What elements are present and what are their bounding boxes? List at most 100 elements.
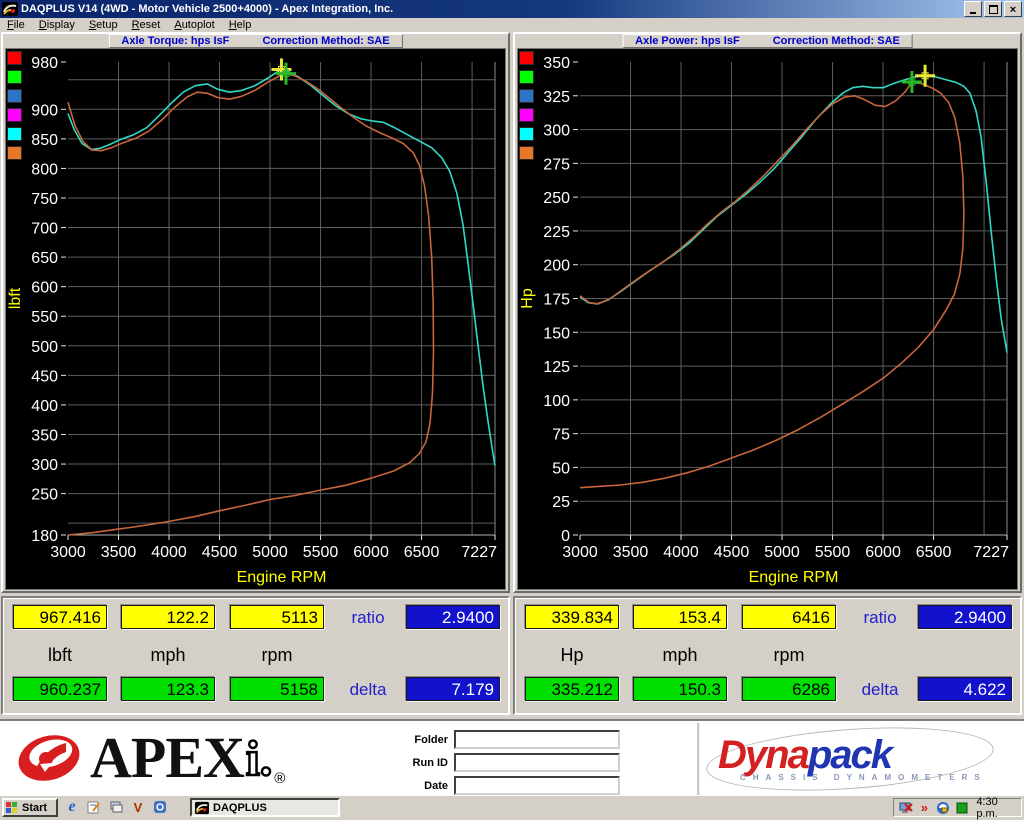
- torque-chart-canvas[interactable]: 9809008508007507006506005505004504003503…: [6, 49, 505, 589]
- torque-chart-title: Axle Torque: hps IsF: [121, 35, 229, 47]
- legend-swatch: [519, 89, 534, 103]
- svg-text:3500: 3500: [613, 544, 649, 561]
- taskbar-daqplus-button[interactable]: DAQPLUS: [190, 798, 340, 817]
- folder-input[interactable]: [454, 730, 620, 749]
- footer-strip: APEX i. ® Folder Run ID Date Dynapack: [0, 719, 1024, 797]
- power-unit-label: Hp: [525, 645, 619, 666]
- apexi-emblem-icon: [16, 730, 82, 786]
- menu-item-reset[interactable]: Reset: [125, 19, 168, 31]
- torque-ratio-value: 2.9400: [406, 605, 500, 629]
- folder-label: Folder: [400, 734, 448, 746]
- svg-text:900: 900: [31, 102, 58, 119]
- dynapack-logo: Dynapack CHASSIS DYNAMOMETERS: [700, 729, 1000, 789]
- power-chart-title: Axle Power: hps IsF: [635, 35, 740, 47]
- restore-icon: [989, 5, 998, 14]
- svg-text:250: 250: [543, 190, 570, 207]
- dynapack-pack: pack: [808, 733, 891, 777]
- svg-text:5000: 5000: [252, 544, 288, 561]
- svg-text:175: 175: [543, 292, 570, 309]
- svg-text:125: 125: [543, 359, 570, 376]
- torque-correction-method: Correction Method: SAE: [262, 35, 389, 47]
- run-id-label: Run ID: [400, 757, 448, 769]
- legend-swatch: [519, 70, 534, 84]
- torque-delta-value: 7.179: [406, 677, 500, 701]
- svg-text:7227: 7227: [973, 544, 1009, 561]
- legend-swatch: [519, 108, 534, 122]
- power-chart-canvas[interactable]: 3503253002752502252001751501251007550250…: [518, 49, 1017, 589]
- status-square-icon[interactable]: [954, 800, 970, 816]
- winamp-icon[interactable]: V: [130, 799, 146, 815]
- date-label: Date: [400, 780, 448, 792]
- svg-text:800: 800: [31, 161, 58, 178]
- minimize-button[interactable]: [964, 1, 982, 17]
- svg-text:325: 325: [543, 89, 570, 106]
- torque-readout-panel: 967.416 122.2 5113 ratio 2.9400 lbft mph…: [1, 596, 510, 715]
- menu-item-help[interactable]: Help: [222, 19, 259, 31]
- svg-text:Engine RPM: Engine RPM: [237, 569, 327, 586]
- svg-text:4500: 4500: [202, 544, 238, 561]
- show-desktop-icon[interactable]: [108, 799, 124, 815]
- window-title: DAQPLUS V14 (4WD - Motor Vehicle 2500+40…: [21, 3, 964, 15]
- torque-chart-area[interactable]: 9809008508007507006506005505004504003503…: [5, 48, 506, 590]
- restore-button[interactable]: [984, 1, 1002, 17]
- quick-launch: e V: [64, 799, 168, 815]
- svg-text:850: 850: [31, 132, 58, 149]
- torque-panel: Axle Torque: hps IsF Correction Method: …: [1, 32, 510, 593]
- run-info-fields: Folder Run ID Date: [400, 730, 620, 799]
- power-chart-area[interactable]: 3503253002752502252001751501251007550250…: [517, 48, 1018, 590]
- task-button-label: DAQPLUS: [213, 802, 267, 814]
- title-bar: DAQPLUS V14 (4WD - Motor Vehicle 2500+40…: [0, 0, 1024, 18]
- torque-cursor2-value: 960.237: [13, 677, 107, 701]
- power-rpm-label: rpm: [742, 645, 836, 666]
- menu-item-display[interactable]: Display: [32, 19, 82, 31]
- svg-text:150: 150: [543, 325, 570, 342]
- power-mph-label: mph: [633, 645, 727, 666]
- svg-text:6000: 6000: [353, 544, 389, 561]
- svg-text:200: 200: [543, 258, 570, 275]
- minimize-icon: [970, 12, 976, 14]
- apexi-logo: APEX i. ®: [16, 725, 285, 791]
- menu-item-autoplot[interactable]: Autoplot: [167, 19, 221, 31]
- compose-mail-icon[interactable]: [86, 799, 102, 815]
- svg-text:3500: 3500: [101, 544, 137, 561]
- run-id-input[interactable]: [454, 753, 620, 772]
- close-button[interactable]: ×: [1004, 1, 1022, 17]
- torque-chart-header: Axle Torque: hps IsF Correction Method: …: [108, 34, 402, 48]
- menu-bar: FileDisplaySetupResetAutoplotHelp: [0, 18, 1024, 32]
- menu-item-setup[interactable]: Setup: [82, 19, 125, 31]
- power-chart-header: Axle Power: hps IsF Correction Method: S…: [622, 34, 913, 48]
- network-disconnected-icon[interactable]: [898, 800, 914, 816]
- windows-flag-icon: [5, 801, 19, 815]
- date-input[interactable]: [454, 776, 620, 795]
- svg-text:300: 300: [543, 123, 570, 140]
- svg-text:300: 300: [31, 457, 58, 474]
- svg-text:4500: 4500: [714, 544, 750, 561]
- chevrons-icon[interactable]: »: [917, 800, 933, 816]
- power-delta-label: delta: [847, 680, 913, 700]
- svg-text:600: 600: [31, 280, 58, 297]
- svg-text:980: 980: [31, 55, 58, 72]
- svg-text:6500: 6500: [404, 544, 440, 561]
- power-cursor1-mph: 153.4: [633, 605, 727, 629]
- apexi-wordmark: APEX: [90, 729, 244, 787]
- power-delta-value: 4.622: [918, 677, 1012, 701]
- legend-swatch: [7, 146, 22, 160]
- legend-swatch: [7, 108, 22, 122]
- daqplus-window: DAQPLUS V14 (4WD - Motor Vehicle 2500+40…: [0, 0, 1024, 819]
- legend-swatch: [7, 51, 22, 65]
- messenger-icon[interactable]: [152, 799, 168, 815]
- power-cursor2-mph: 150.3: [633, 677, 727, 701]
- svg-text:100: 100: [543, 393, 570, 410]
- taskbar-clock: 4:30 p.m.: [976, 796, 1021, 820]
- legend-swatch: [7, 127, 22, 141]
- menu-item-file[interactable]: File: [0, 19, 32, 31]
- internet-explorer-icon[interactable]: e: [64, 799, 80, 815]
- antivirus-icon[interactable]: [935, 800, 951, 816]
- svg-text:350: 350: [31, 427, 58, 444]
- start-button[interactable]: Start: [2, 798, 58, 817]
- svg-text:5500: 5500: [303, 544, 339, 561]
- dynapack-subtitle: CHASSIS DYNAMOMETERS: [740, 773, 987, 782]
- torque-cursor1-rpm: 5113: [230, 605, 324, 629]
- svg-text:650: 650: [31, 250, 58, 267]
- power-cursor2-rpm: 6286: [742, 677, 836, 701]
